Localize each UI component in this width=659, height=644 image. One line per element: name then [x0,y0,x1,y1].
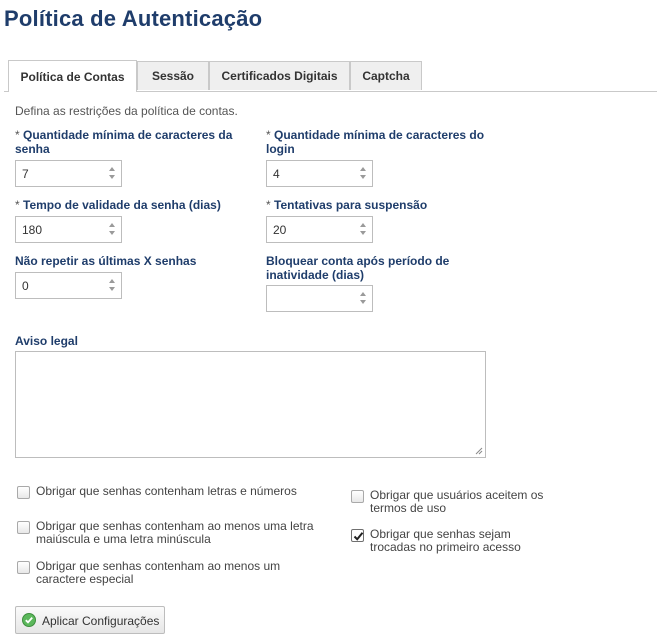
spinner-arrows-icon[interactable] [108,278,115,293]
check-circle-icon [22,613,36,627]
spinner-arrows-icon[interactable] [359,222,366,237]
checkbox-box-checked[interactable] [351,529,364,542]
checkmark-icon [353,532,364,541]
checkbox-box[interactable] [17,521,30,534]
min-password-chars-value: 7 [22,167,29,181]
tab-sessao[interactable]: Sessão [137,61,209,90]
section-description: Defina as restrições da política de cont… [15,104,238,118]
tab-bar: Política de Contas Sessão Certificados D… [4,60,657,92]
no-repeat-last-value: 0 [22,279,29,293]
suspension-attempts-input[interactable]: 20 [266,216,373,243]
spinner-arrows-icon[interactable] [359,291,366,306]
suspension-attempts-value: 20 [273,223,287,237]
min-login-chars-value: 4 [273,167,280,181]
required-marker: * [15,198,20,212]
required-marker: * [266,128,271,142]
checkbox-box[interactable] [17,486,30,499]
spinner-arrows-icon[interactable] [359,166,366,181]
required-marker: * [266,198,271,212]
checkbox-label: Obrigar que senhas contenham letras e nú… [36,484,297,498]
suspension-attempts-label: * Tentativas para suspensão [266,198,428,212]
tab-politica-de-contas[interactable]: Política de Contas [8,60,137,92]
apply-settings-button[interactable]: Aplicar Configurações [15,606,165,634]
min-password-chars-input[interactable]: 7 [15,160,122,187]
password-validity-label: * Tempo de validade da senha (dias) [15,198,221,212]
legal-notice-textarea[interactable] [15,351,486,458]
password-validity-input[interactable]: 180 [15,216,122,243]
tab-captcha[interactable]: Captcha [350,61,422,90]
no-repeat-last-input[interactable]: 0 [15,272,122,299]
password-validity-value: 180 [22,223,43,237]
apply-settings-label: Aplicar Configurações [42,614,160,628]
min-login-chars-input[interactable]: 4 [266,160,373,187]
page-title: Política de Autenticação [4,6,263,31]
lock-after-inactivity-input[interactable] [266,285,373,312]
required-marker: * [15,128,20,142]
tab-certificados-digitais[interactable]: Certificados Digitais [209,61,350,90]
min-login-chars-label: * Quantidade mínima de caracteres do log… [266,128,485,156]
checkbox-label: Obrigar que senhas contenham ao menos um… [36,519,314,546]
checkbox-box[interactable] [351,490,364,503]
no-repeat-last-label: Não repetir as últimas X senhas [15,254,197,268]
spinner-arrows-icon[interactable] [108,166,115,181]
checkbox-label: Obrigar que senhas sejam trocadas no pri… [370,527,521,554]
legal-notice-label: Aviso legal [15,334,78,348]
checkbox-label: Obrigar que usuários aceitem os termos d… [370,488,544,515]
lock-after-inactivity-label: Bloquear conta após período de inativida… [266,254,450,282]
checkbox-label: Obrigar que senhas contenham ao menos um… [36,559,281,586]
resize-grip-icon[interactable] [475,447,483,455]
spinner-arrows-icon[interactable] [108,222,115,237]
min-password-chars-label: * Quantidade mínima de caracteres da sen… [15,128,233,156]
checkbox-box[interactable] [17,561,30,574]
